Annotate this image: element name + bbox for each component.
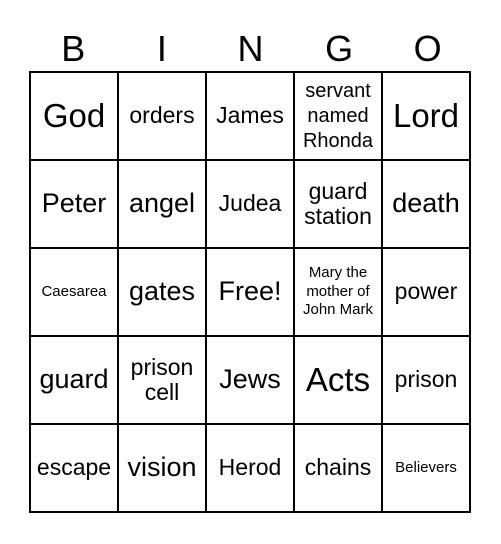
bingo-cell[interactable]: death <box>381 159 471 249</box>
bingo-cell[interactable]: prison cell <box>117 335 207 425</box>
bingo-cell[interactable]: guard <box>29 335 119 425</box>
bingo-cell[interactable]: prison <box>381 335 471 425</box>
bingo-cell[interactable]: orders <box>117 71 207 161</box>
bingo-row: escape vision Herod chains Believers <box>29 423 471 513</box>
bingo-grid: God orders James servant named Rhonda Lord Pe… <box>29 71 471 513</box>
bingo-cell[interactable]: Jews <box>205 335 295 425</box>
bingo-cell[interactable]: vision <box>117 423 207 513</box>
bingo-cell[interactable]: James <box>205 71 295 161</box>
header-letter-g: G <box>325 28 354 69</box>
bingo-row: Peter angel Judea guard station death <box>29 159 471 249</box>
bingo-row: Caesarea gates Free! Mary the mother of Joh… <box>29 247 471 337</box>
bingo-cell[interactable]: angel <box>117 159 207 249</box>
bingo-cell[interactable]: escape <box>29 423 119 513</box>
bingo-cell[interactable]: Judea <box>205 159 295 249</box>
bingo-cell[interactable]: God <box>29 71 119 161</box>
bingo-row: guard prison cell Jews Acts prison <box>29 335 471 425</box>
header-letter-i: I <box>156 28 167 69</box>
header-letter-b: B <box>61 28 86 69</box>
bingo-cell[interactable]: chains <box>293 423 383 513</box>
bingo-cell[interactable]: Acts <box>293 335 383 425</box>
bingo-cell[interactable]: Free! <box>205 247 295 337</box>
bingo-cell[interactable]: Caesarea <box>29 247 119 337</box>
bingo-cell[interactable]: power <box>381 247 471 337</box>
bingo-cell[interactable]: Peter <box>29 159 119 249</box>
bingo-cell[interactable]: gates <box>117 247 207 337</box>
bingo-cell[interactable]: Lord <box>381 71 471 161</box>
bingo-cell[interactable]: guard station <box>293 159 383 249</box>
bingo-cell[interactable]: Herod <box>205 423 295 513</box>
bingo-header: B I N G O <box>29 28 472 70</box>
bingo-cell[interactable]: servant named Rhonda <box>293 71 383 161</box>
bingo-cell[interactable]: Believers <box>381 423 471 513</box>
header-letter-n: N <box>237 28 264 69</box>
header-letter-o: O <box>413 28 442 69</box>
bingo-row: God orders James servant named Rhonda Lord <box>29 71 471 161</box>
bingo-cell[interactable]: Mary the mother of John Mark <box>293 247 383 337</box>
